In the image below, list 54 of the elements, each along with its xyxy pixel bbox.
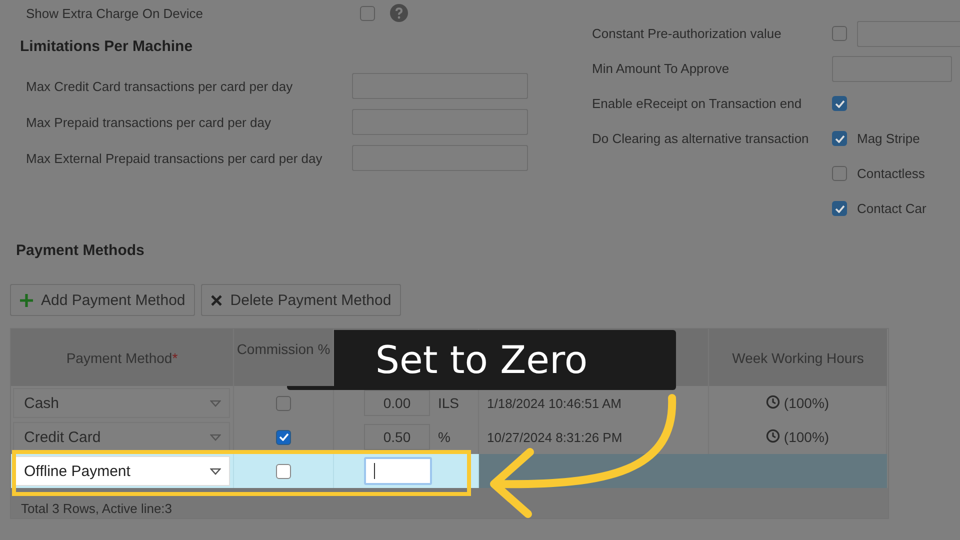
charge-field[interactable]: 0.50	[364, 424, 430, 450]
option-label: Mag Stripe	[857, 131, 920, 146]
close-icon	[211, 294, 222, 306]
method-dropdown[interactable]: Credit Card	[13, 422, 230, 452]
section-heading: Payment Methods	[16, 242, 146, 259]
charge-field[interactable]	[364, 457, 432, 485]
checkbox[interactable]	[832, 201, 847, 216]
check-icon	[834, 134, 844, 142]
unit-label: ILS	[438, 395, 460, 411]
hours-cell: (100%)	[784, 395, 830, 411]
delete-button[interactable]: Delete Payment Method	[201, 284, 402, 316]
checkbox[interactable]	[276, 464, 291, 478]
dropdown-caret-icon	[210, 434, 221, 440]
charge-field[interactable]: 0.00	[364, 390, 430, 416]
column-header: Week Working Hours	[709, 329, 887, 386]
required-mark: *	[172, 350, 178, 366]
check-icon	[278, 433, 288, 441]
dropdown-caret-icon	[210, 468, 221, 474]
checkbox[interactable]	[360, 6, 375, 20]
plus-icon	[20, 294, 33, 306]
section-heading: Limitations Per Machine	[20, 38, 194, 57]
option-label: Contact Car	[857, 201, 926, 216]
check-icon	[834, 100, 844, 108]
help-icon[interactable]	[390, 4, 408, 22]
field-label: Max Prepaid transactions per card per day	[26, 114, 272, 130]
method-dropdown[interactable]: Cash	[13, 388, 230, 418]
checkbox[interactable]	[832, 166, 847, 181]
add-button[interactable]: Add Payment Method	[10, 284, 196, 316]
date-cell: 10/27/2024 8:31:26 PM	[487, 430, 622, 444]
checkbox[interactable]	[832, 26, 847, 41]
setting-label: Enable eReceipt on Transaction end	[592, 96, 803, 111]
column-header: Payment Method*	[11, 329, 234, 386]
setting-label: Do Clearing as alternative transaction	[592, 131, 810, 146]
table-footer: Total 3 Rows, Active line:3	[21, 501, 172, 516]
method-dropdown[interactable]: Offline Payment	[13, 456, 230, 486]
dropdown-caret-icon	[210, 400, 221, 406]
checkbox[interactable]	[276, 396, 291, 410]
option-label: Contactless	[857, 166, 925, 181]
checkbox[interactable]	[832, 96, 847, 111]
table-row[interactable]: Offline Payment	[11, 454, 888, 488]
field-label: Max Credit Card transactions per card per day	[26, 78, 294, 94]
setting-label: Constant Pre-authorization value	[592, 26, 782, 41]
column-header: Commission %	[234, 329, 334, 386]
check-icon	[834, 204, 844, 212]
checkbox[interactable]	[832, 131, 847, 146]
clock-icon	[766, 428, 780, 446]
unit-label: %	[438, 429, 450, 445]
hours-cell: (100%)	[784, 429, 830, 445]
clock-icon	[766, 394, 780, 412]
setting-label: Show Extra Charge On Device	[26, 6, 204, 20]
checkbox[interactable]	[276, 430, 291, 444]
setting-label: Min Amount To Approve	[592, 61, 730, 76]
field-label: Max External Prepaid transactions per card per day	[26, 150, 324, 166]
date-cell: 1/18/2024 10:46:51 AM	[487, 396, 622, 410]
